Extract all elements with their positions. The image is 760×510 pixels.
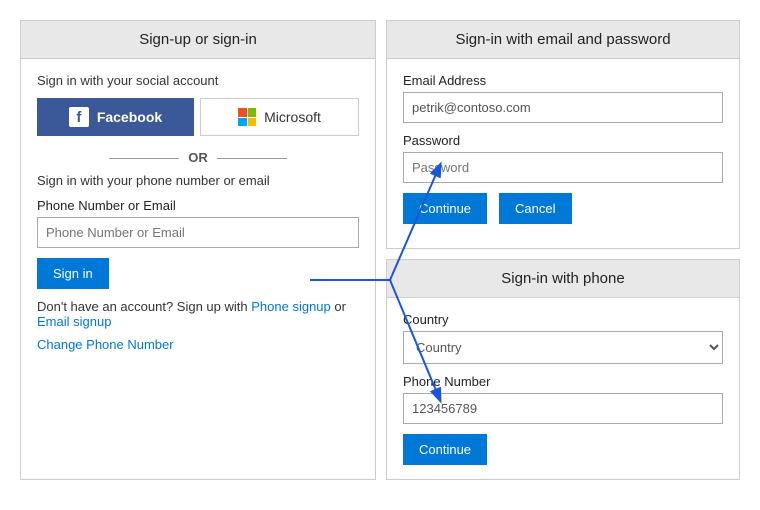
social-label: Sign in with your social account [37, 73, 359, 88]
email-cancel-button[interactable]: Cancel [499, 193, 571, 224]
email-panel-title: Sign-in with email and password [387, 21, 739, 59]
phone-number-label: Phone Number [403, 374, 723, 389]
phone-email-input[interactable] [37, 217, 359, 248]
email-action-buttons: Continue Cancel [403, 193, 723, 224]
phone-signin-panel: Sign-in with phone Country Country Phone… [386, 259, 740, 480]
no-account-text: Don't have an account? Sign up with Phon… [37, 299, 359, 329]
phone-panel-title: Sign-in with phone [387, 260, 739, 298]
email-signup-label: Email signup [37, 314, 111, 329]
microsoft-icon [238, 108, 256, 126]
country-select[interactable]: Country [403, 331, 723, 364]
email-address-input[interactable] [403, 92, 723, 123]
phone-email-section-label: Sign in with your phone number or email [37, 173, 359, 188]
no-account-label: Don't have an account? Sign up with [37, 299, 248, 314]
email-address-label: Email Address [403, 73, 723, 88]
facebook-label: Facebook [97, 109, 162, 125]
microsoft-button[interactable]: Microsoft [200, 98, 359, 136]
email-signin-panel: Sign-in with email and password Email Ad… [386, 20, 740, 249]
email-signup-link[interactable]: Email signup [37, 314, 111, 329]
left-panel-title-text: Sign-up or sign-in [139, 31, 257, 48]
email-continue-label: Continue [419, 201, 471, 216]
phone-signup-label: Phone signup [251, 299, 331, 314]
phone-signup-link[interactable]: Phone signup [251, 299, 334, 314]
password-input[interactable] [403, 152, 723, 183]
change-phone-link[interactable]: Change Phone Number [37, 337, 359, 352]
social-buttons-row: f Facebook Microsoft [37, 98, 359, 136]
country-label: Country [403, 312, 723, 327]
email-cancel-label: Cancel [515, 201, 555, 216]
left-panel-title: Sign-up or sign-in [21, 21, 375, 59]
right-column: Sign-in with email and password Email Ad… [386, 20, 740, 480]
or-divider: OR [37, 150, 359, 165]
facebook-button[interactable]: f Facebook [37, 98, 194, 136]
phone-email-field-label: Phone Number or Email [37, 198, 359, 213]
microsoft-label: Microsoft [264, 109, 321, 125]
sign-in-button[interactable]: Sign in [37, 258, 109, 289]
or-text: OR [188, 150, 208, 165]
password-label: Password [403, 133, 723, 148]
email-panel-title-text: Sign-in with email and password [455, 31, 670, 48]
phone-continue-label: Continue [419, 442, 471, 457]
phone-number-input[interactable] [403, 393, 723, 424]
phone-continue-button[interactable]: Continue [403, 434, 487, 465]
phone-panel-title-text: Sign-in with phone [501, 270, 624, 287]
or-link-text: or [334, 299, 346, 314]
signup-signin-panel: Sign-up or sign-in Sign in with your soc… [20, 20, 376, 480]
change-phone-label: Change Phone Number [37, 337, 174, 352]
sign-in-button-label: Sign in [53, 266, 93, 281]
email-continue-button[interactable]: Continue [403, 193, 487, 224]
facebook-icon: f [69, 107, 89, 127]
